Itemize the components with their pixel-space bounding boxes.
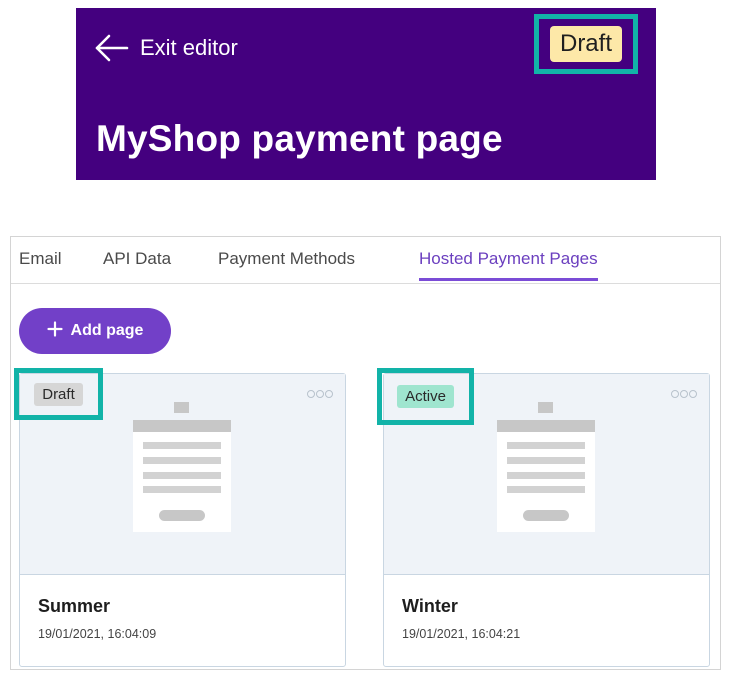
tab-payment-methods[interactable]: Payment Methods (218, 249, 355, 269)
arrow-left-icon (94, 34, 130, 62)
card-title: Summer (38, 596, 111, 616)
tab-bar: Email API Data Payment Methods Hosted Pa… (11, 237, 720, 284)
exit-editor-link[interactable]: Exit editor (94, 34, 238, 62)
settings-panel: Email API Data Payment Methods Hosted Pa… (10, 236, 721, 670)
status-highlight-box: Draft (534, 14, 638, 74)
status-badge: Draft (34, 382, 83, 406)
tab-hosted-payment-pages[interactable]: Hosted Payment Pages (419, 249, 598, 281)
tab-email[interactable]: Email (19, 249, 62, 269)
card-title: Winter (402, 596, 458, 616)
editor-header: Exit editor Draft MyShop payment page (76, 8, 656, 180)
status-highlight-box: Active (377, 368, 474, 425)
page-thumbnail (497, 402, 595, 532)
status-badge: Active (397, 385, 454, 408)
page-thumbnail (133, 402, 231, 532)
exit-editor-label: Exit editor (140, 35, 238, 60)
more-dots-icon[interactable] (671, 390, 697, 398)
tab-api-data[interactable]: API Data (103, 249, 171, 269)
status-highlight-box: Draft (14, 368, 103, 420)
card-timestamp: 19/01/2021, 16:04:09 (38, 627, 157, 641)
page-title: MyShop payment page (96, 118, 503, 159)
plus-icon (46, 320, 63, 342)
card-timestamp: 19/01/2021, 16:04:21 (402, 627, 521, 641)
add-page-button[interactable]: Add page (19, 308, 171, 354)
more-dots-icon[interactable] (307, 390, 333, 398)
payment-page-card[interactable]: Active Winter 19/01/2021, 16:04:21 (377, 368, 710, 667)
payment-page-card[interactable]: Draft Summer 19/01/2021, 16:04:09 (14, 368, 346, 667)
status-badge: Draft (549, 26, 622, 62)
add-page-label: Add page (70, 322, 144, 339)
